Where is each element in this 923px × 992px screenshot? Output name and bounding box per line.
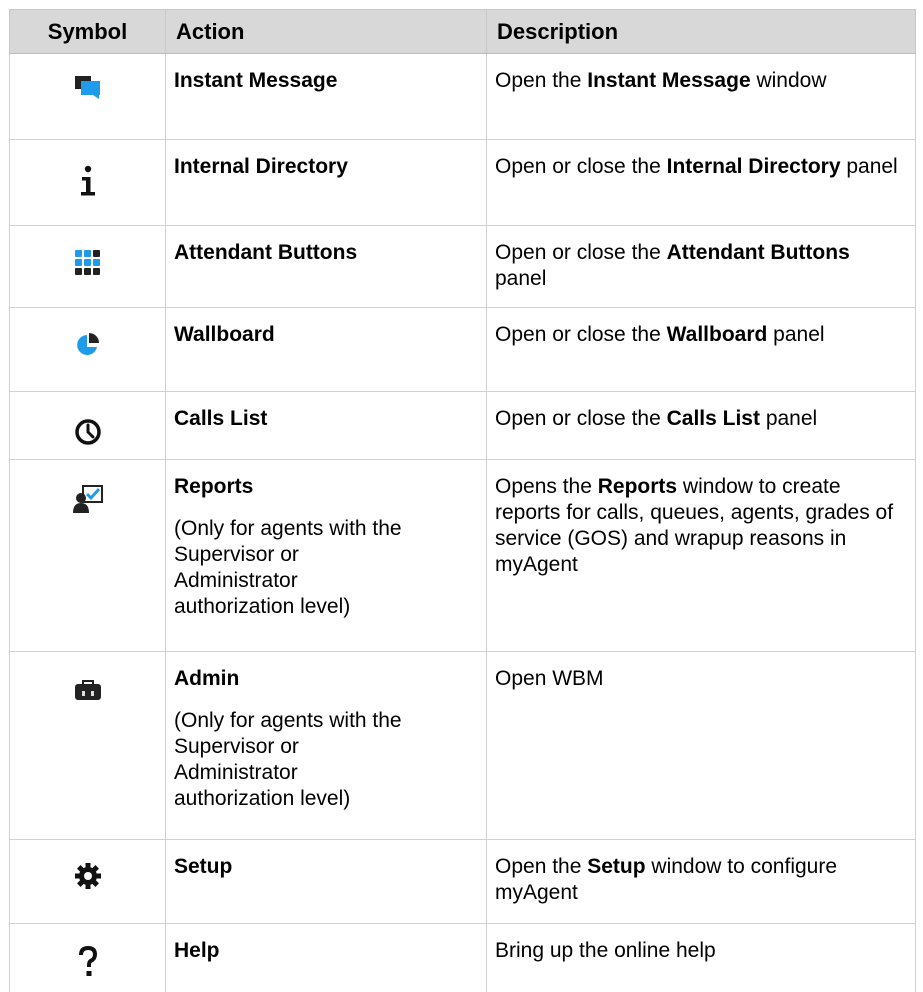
- description-cell: Open or close the Wallboard panel: [486, 307, 916, 392]
- description-cell: Open or close the Internal Directory pan…: [486, 139, 916, 226]
- description-cell: Open the Instant Message window: [486, 53, 916, 140]
- action-label: Admin: [174, 667, 240, 690]
- table-row: Reports (Only for agents with the Superv…: [9, 459, 916, 652]
- description-cell: Open the Setup window to configure myAge…: [486, 839, 916, 924]
- symbol-cell: [9, 459, 166, 652]
- action-note: (Only for agents with the Supervisor or …: [174, 709, 402, 810]
- header-row: Symbol Action Description: [9, 9, 916, 54]
- wallboard-pie-icon: [75, 332, 101, 365]
- symbol-cell: [9, 139, 166, 226]
- attendant-buttons-grid-icon: [74, 250, 101, 283]
- action-cell: Calls List: [165, 391, 487, 460]
- action-cell: Internal Directory: [165, 139, 487, 226]
- action-label: Calls List: [174, 407, 268, 430]
- table-row: Attendant Buttons Open or close the Atte…: [9, 225, 916, 308]
- table-row: Admin (Only for agents with the Supervis…: [9, 651, 916, 840]
- description-cell: Open WBM: [486, 651, 916, 840]
- instant-message-icon: [74, 74, 102, 107]
- description-cell: Open or close the Calls List panel: [486, 391, 916, 460]
- table-row: Wallboard Open or close the Wallboard pa…: [9, 307, 916, 392]
- table-row: Instant Message Open the Instant Message…: [9, 53, 916, 140]
- symbol-table: Symbol Action Description Instant Messag…: [9, 9, 916, 992]
- table-row: Setup Open the Setup window to configure…: [9, 839, 916, 924]
- table-row: Help Bring up the online help: [9, 923, 916, 992]
- header-description: Description: [486, 9, 916, 54]
- symbol-cell: [9, 53, 166, 140]
- reports-user-check-icon: [72, 484, 104, 521]
- symbol-cell: [9, 307, 166, 392]
- action-label: Setup: [174, 855, 233, 878]
- action-label: Instant Message: [174, 69, 338, 92]
- action-cell: Help: [165, 923, 487, 992]
- symbol-cell: [9, 923, 166, 992]
- description-cell: Opens the Reports window to create repor…: [486, 459, 916, 652]
- header-action: Action: [165, 9, 487, 54]
- action-cell: Attendant Buttons: [165, 225, 487, 308]
- symbol-cell: [9, 839, 166, 924]
- action-note: (Only for agents with the Supervisor or …: [174, 517, 402, 618]
- description-cell: Open or close the Attendant Buttons pane…: [486, 225, 916, 308]
- table-row: Internal Directory Open or close the Int…: [9, 139, 916, 226]
- question-mark-icon: [77, 945, 99, 985]
- info-icon: [78, 164, 98, 207]
- symbol-cell: [9, 225, 166, 308]
- clock-icon: [74, 418, 102, 453]
- action-cell: Admin (Only for agents with the Supervis…: [165, 651, 487, 840]
- action-cell: Setup: [165, 839, 487, 924]
- symbol-cell: [9, 391, 166, 460]
- symbol-cell: [9, 651, 166, 840]
- action-label: Help: [174, 939, 220, 962]
- header-symbol: Symbol: [9, 9, 166, 54]
- symbol-table-container: Symbol Action Description Instant Messag…: [9, 9, 916, 992]
- action-cell: Reports (Only for agents with the Superv…: [165, 459, 487, 652]
- action-cell: Wallboard: [165, 307, 487, 392]
- action-label: Attendant Buttons: [174, 241, 358, 264]
- action-label: Reports: [174, 475, 254, 498]
- admin-toolbox-icon: [74, 680, 102, 709]
- gear-icon: [74, 862, 102, 897]
- action-label: Wallboard: [174, 323, 275, 346]
- action-cell: Instant Message: [165, 53, 487, 140]
- action-label: Internal Directory: [174, 155, 348, 178]
- table-row: Calls List Open or close the Calls List …: [9, 391, 916, 460]
- description-cell: Bring up the online help: [486, 923, 916, 992]
